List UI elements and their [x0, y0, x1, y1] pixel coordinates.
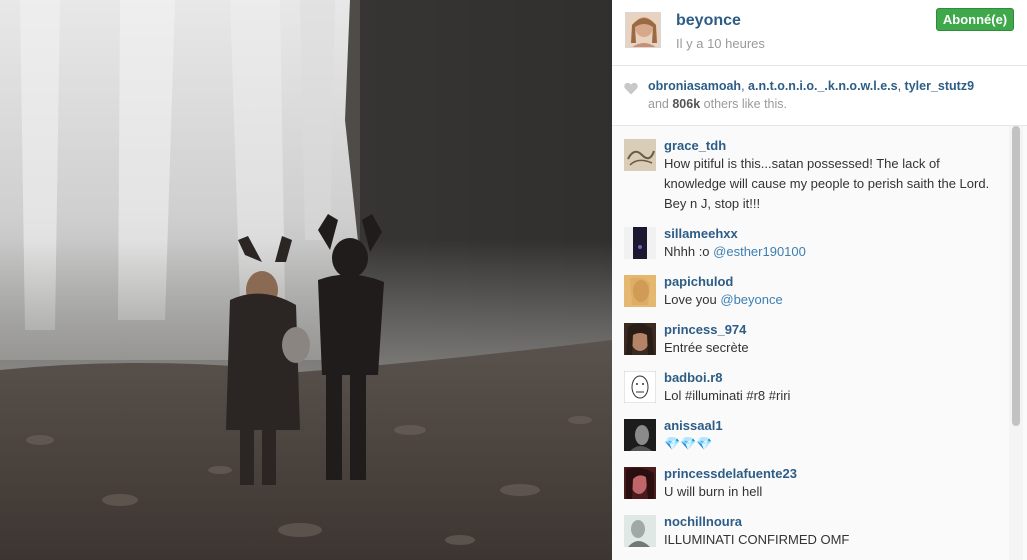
commenter-avatar[interactable] — [624, 323, 656, 355]
following-button[interactable]: Abonné(e) — [936, 8, 1014, 31]
heart-icon[interactable] — [624, 82, 638, 95]
comment-text: Lol #illuminati #r8 #riri — [664, 388, 791, 403]
commenter-avatar[interactable] — [624, 227, 656, 259]
comment-username[interactable]: princessdelafuente23 — [664, 466, 1015, 482]
comment-username[interactable]: sillameehxx — [664, 226, 1015, 242]
likes-count[interactable]: 806k — [672, 97, 700, 111]
comment-username[interactable]: grace_tdh — [664, 138, 1015, 154]
comment-item: princessdelafuente23 U will burn in hell — [612, 454, 1027, 502]
comments-list: grace_tdh How pitiful is this...satan po… — [612, 126, 1027, 560]
comment-username[interactable]: princess_974 — [664, 322, 1015, 338]
comment-text: 💎💎💎 — [664, 436, 713, 451]
commenter-avatar[interactable] — [624, 275, 656, 307]
comment-text: Love you @beyonce — [664, 290, 994, 310]
commenter-avatar[interactable] — [624, 139, 656, 171]
comment-text: Entrée secrète — [664, 340, 749, 355]
comment-text: Nhhh :o @esther190100 — [664, 242, 994, 262]
comment-text: U will burn in hell — [664, 484, 763, 499]
comment-username[interactable]: anissaal1 — [664, 418, 1015, 434]
post-username[interactable]: beyonce — [676, 12, 741, 30]
comments-scrollbar[interactable] — [1012, 126, 1020, 426]
liker-link[interactable]: obroniasamoah — [648, 79, 741, 93]
post-header: beyonce Il y a 10 heures Abonné(e) — [612, 0, 1027, 64]
comment-item: grace_tdh How pitiful is this...satan po… — [612, 126, 1027, 214]
likes-and-text: and — [648, 97, 669, 111]
avatar-image — [626, 13, 660, 47]
comment-item: nochillnoura ILLUMINATI CONFIRMED OMF — [612, 502, 1027, 550]
comment-item: sillameehxx Nhhh :o @esther190100 — [612, 214, 1027, 262]
commenter-avatar[interactable] — [624, 515, 656, 547]
comment-item: princess_974 Entrée secrète — [612, 310, 1027, 358]
likes-suffix: others like this. — [703, 97, 788, 111]
comment-item: papichulod Love you @beyonce — [612, 262, 1027, 310]
comment-username[interactable]: badboi.r8 — [664, 370, 1015, 386]
comment-item: badboi.r8 Lol #illuminati #r8 #riri — [612, 358, 1027, 406]
likers-list: obroniasamoah, a.n.t.o.n.i.o._.k.n.o.w.l… — [648, 79, 975, 93]
likes-section: obroniasamoah, a.n.t.o.n.i.o._.k.n.o.w.l… — [612, 66, 1027, 124]
liker-link[interactable]: a.n.t.o.n.i.o._.k.n.o.w.l.e.s — [748, 79, 898, 93]
commenter-avatar[interactable] — [624, 371, 656, 403]
liker-link[interactable]: tyler_stutz9 — [905, 79, 974, 93]
mention-link[interactable]: @esther190100 — [713, 244, 806, 259]
mention-link[interactable]: @beyonce — [720, 292, 782, 307]
commenter-avatar[interactable] — [624, 419, 656, 451]
likes-summary: and 806k others like this. — [648, 97, 787, 111]
comment-text: ILLUMINATI CONFIRMED OMF — [664, 532, 850, 547]
comment-text: How pitiful is this...satan possessed! T… — [664, 156, 990, 211]
comment-username[interactable]: papichulod — [664, 274, 1015, 290]
comment-item: anissaal1 💎💎💎 — [612, 406, 1027, 454]
commenter-avatar[interactable] — [624, 467, 656, 499]
post-timestamp: Il y a 10 heures — [676, 36, 765, 51]
comment-body: Nhhh :o — [664, 244, 714, 259]
waterfall-photo-image — [0, 0, 612, 560]
post-sidebar: beyonce Il y a 10 heures Abonné(e) obron… — [612, 0, 1027, 560]
profile-avatar[interactable] — [625, 12, 661, 48]
post-photo[interactable] — [0, 0, 612, 560]
comment-body: Love you — [664, 292, 721, 307]
comment-username[interactable]: nochillnoura — [664, 514, 1015, 530]
